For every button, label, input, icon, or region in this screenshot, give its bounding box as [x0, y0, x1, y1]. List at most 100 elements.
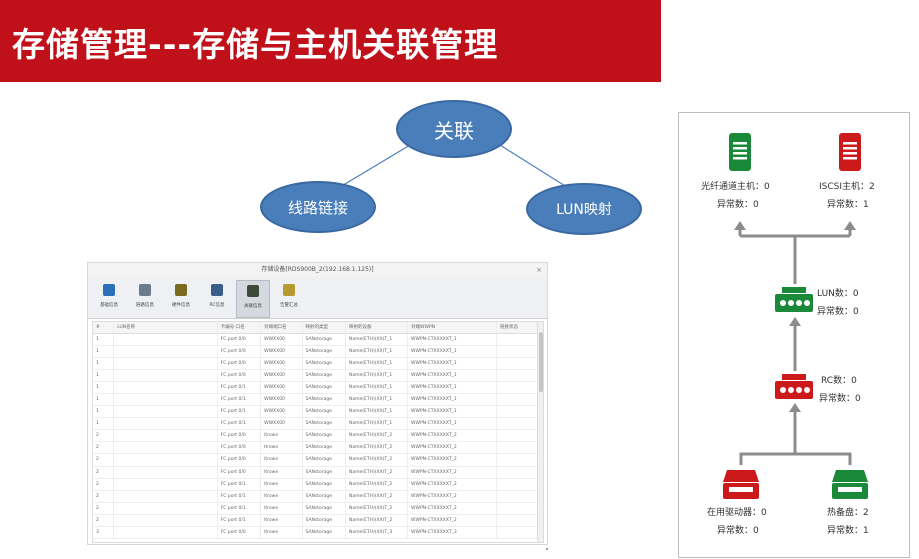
- toolbar-button[interactable]: RC信息: [200, 280, 234, 318]
- toolbar-icon: [175, 284, 187, 296]
- window-title: 存储设备[RDS900B_2(192.168.1.125)]: [261, 266, 374, 273]
- table-cell: 1: [93, 345, 114, 358]
- column-header[interactable]: 卡编号-口名: [216, 322, 261, 334]
- table-row[interactable]: 2 FC port 0/0 ltrowe SANstorage Name(ETH)(XX…: [93, 429, 538, 443]
- table-row[interactable]: 2 FC port 0/1 ltrowe SANstorage Name(ETH)(XX…: [93, 502, 538, 515]
- scrollbar-thumb[interactable]: [539, 332, 543, 392]
- column-header[interactable]: LUN名称: [113, 322, 218, 334]
- hot-spare-count: 热备盘：2: [827, 508, 869, 518]
- table-cell: WWPN-CTXXXXXT_1: [407, 381, 497, 394]
- table-cell: [496, 393, 538, 407]
- hot-spare-abnormal: 异常数：1: [827, 526, 869, 536]
- table-cell: [113, 417, 218, 431]
- table-cell: WWPN-CTXXXXXT_3: [407, 526, 497, 540]
- fc-host-abnormal: 异常数：0: [717, 200, 759, 210]
- table-row[interactable]: 1 FC port 0/1 WWXX00 SANstorage Name(ETH)(XX…: [93, 405, 538, 419]
- table-cell: WWPN-CTXXXXXT_1: [407, 417, 497, 431]
- table-cell: 1: [93, 381, 114, 394]
- table-cell: [113, 393, 218, 407]
- table-cell: WWPN-CTXXXXXT_1: [407, 333, 497, 346]
- toolbar-button[interactable]: 基础信息: [92, 280, 126, 318]
- column-header[interactable]: 映射的设备: [344, 322, 408, 334]
- table-row[interactable]: 2 FC port 0/0 ltrowe SANstorage Name(ETH)(XX…: [93, 466, 538, 479]
- table-row[interactable]: 2 FC port 0/1 ltrowe SANstorage Name(ETH)(XX…: [93, 478, 538, 491]
- toolbar-button[interactable]: 链路信息: [128, 280, 162, 318]
- toolbar-button[interactable]: 硬件信息: [164, 280, 198, 318]
- rc-count: RC数：0: [821, 376, 857, 386]
- table-row[interactable]: 1 FC port 0/1 WWXX00 SANstorage Name(ETH)(XX…: [93, 393, 538, 407]
- table-cell: 1: [93, 417, 114, 431]
- table-cell: 2: [93, 429, 114, 443]
- table-cell: ltrowe: [260, 441, 303, 455]
- close-icon[interactable]: ×: [536, 263, 542, 277]
- table-cell: ltrowe: [260, 502, 303, 515]
- iscsi-host-server-icon[interactable]: [838, 132, 862, 172]
- column-header[interactable]: 映射的类型: [301, 322, 346, 334]
- table-cell: SANstorage: [301, 429, 346, 443]
- table-cell: Name(ETH)(XX)T_1: [344, 393, 408, 407]
- table-row[interactable]: 1 FC port 0/0 WWXX00 SANstorage Name(ETH)(XX…: [93, 345, 538, 358]
- connector-drives-fork: [739, 452, 852, 465]
- table-cell: Name(ETH)(XX)T_2: [344, 441, 408, 455]
- table-row[interactable]: 2 FC port 0/1 ltrowe SANstorage Name(ETH)(XX…: [93, 490, 538, 503]
- table-cell: WWXX00: [260, 405, 303, 419]
- table-cell: WWPN-CTXXXXXT_1: [407, 357, 497, 370]
- table-row[interactable]: 2 FC port 0/0 ltrowe SANstorage Name(ETH)(XX…: [93, 441, 538, 455]
- toolbar-button[interactable]: 告警汇总: [272, 280, 306, 318]
- window-toolbar: 基础信息 链路信息 硬件信息 RC信息 关联信息 告警汇总: [88, 277, 547, 319]
- toolbar-icon: [211, 284, 223, 296]
- table-row[interactable]: 3 FC port 0/0 ltrowe SANstorage Name(ETH)(XX…: [93, 526, 538, 540]
- table-cell: SANstorage: [301, 417, 346, 431]
- table-cell: SANstorage: [301, 369, 346, 382]
- fc-host-server-icon[interactable]: [728, 132, 752, 172]
- table-row[interactable]: 1 FC port 0/0 WWXX00 SANstorage Name(ETH)(XX…: [93, 369, 538, 382]
- table-cell: 3: [93, 526, 114, 540]
- column-header[interactable]: 对端端口名: [260, 322, 303, 334]
- table-cell: WWPN-CTXXXXXT_1: [407, 393, 497, 407]
- toolbar-button[interactable]: 关联信息: [236, 280, 270, 318]
- toolbar-button-label: 基础信息: [100, 303, 118, 308]
- table-cell: 1: [93, 405, 114, 419]
- column-header[interactable]: 链接状态: [496, 322, 538, 334]
- rc-controller-icon[interactable]: [774, 373, 814, 403]
- drive-tray-icon[interactable]: [721, 468, 761, 502]
- table-cell: [496, 417, 538, 431]
- table-cell: SANstorage: [301, 514, 346, 528]
- table-row[interactable]: 1 FC port 0/0 WWXX00 SANstorage Name(ETH)(XX…: [93, 357, 538, 370]
- table-cell: WWXX00: [260, 381, 303, 394]
- table-cell: FC port 0/1: [216, 405, 261, 419]
- drives-abnormal: 异常数：0: [717, 526, 759, 536]
- table-cell: FC port 0/1: [216, 490, 261, 503]
- table-cell: [113, 369, 218, 382]
- table-cell: [496, 381, 538, 394]
- table-cell: Name(ETH)(XX)T_1: [344, 357, 408, 370]
- lun-switch-icon[interactable]: [774, 286, 814, 316]
- table-cell: WWXX00: [260, 393, 303, 407]
- table-cell: [113, 405, 218, 419]
- table-cell: SANstorage: [301, 345, 346, 358]
- toolbar-button-label: RC信息: [209, 303, 225, 308]
- table-scrollbar[interactable]: [537, 322, 543, 542]
- column-header[interactable]: #: [93, 322, 114, 334]
- table-row[interactable]: 1 FC port 0/0 WWXX00 SANstorage Name(ETH)(XX…: [93, 333, 538, 346]
- table-cell: Name(ETH)(XX)T_2: [344, 490, 408, 503]
- column-header[interactable]: 对端WWPN: [407, 322, 497, 334]
- table-cell: SANstorage: [301, 381, 346, 394]
- table-row[interactable]: 2 FC port 0/0 ltrowe SANstorage Name(ETH)(XX…: [93, 453, 538, 467]
- table-row[interactable]: 2 FC port 0/1 ltrowe SANstorage Name(ETH)(XX…: [93, 514, 538, 528]
- iscsi-host-abnormal: 异常数：1: [827, 200, 869, 210]
- table-cell: [113, 526, 218, 540]
- table-cell: SANstorage: [301, 405, 346, 419]
- hot-spare-tray-icon[interactable]: [830, 468, 870, 502]
- table-cell: [113, 333, 218, 346]
- table-cell: [113, 345, 218, 358]
- toolbar-button-label: 链路信息: [136, 303, 154, 308]
- table-cell: FC port 0/0: [216, 441, 261, 455]
- toolbar-icon: [247, 285, 259, 297]
- iscsi-host-count: ISCSI主机：2: [819, 182, 875, 192]
- table-cell: FC port 0/1: [216, 514, 261, 528]
- toolbar-button-label: 硬件信息: [172, 303, 190, 308]
- table-row[interactable]: 1 FC port 0/1 WWXX00 SANstorage Name(ETH)(XX…: [93, 381, 538, 394]
- table-cell: 2: [93, 441, 114, 455]
- table-row[interactable]: 1 FC port 0/1 WWXX00 SANstorage Name(ETH)(XX…: [93, 417, 538, 431]
